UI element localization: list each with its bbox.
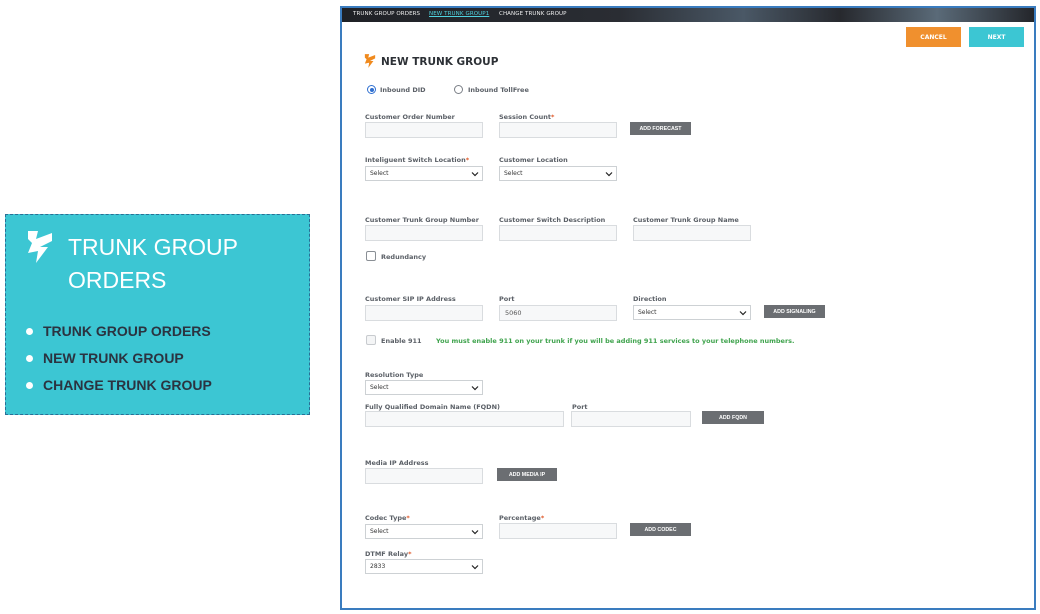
inbound-tollfree-radio[interactable] bbox=[454, 85, 463, 94]
percentage-label-text: Percentage bbox=[499, 514, 541, 522]
add-signaling-button[interactable]: ADD SIGNALING bbox=[764, 305, 825, 318]
dtmf-relay-label: DTMF Relay* bbox=[365, 550, 411, 558]
fqdn-input[interactable] bbox=[365, 411, 564, 427]
logo-icon bbox=[28, 231, 52, 263]
direction-label: Direction bbox=[633, 295, 667, 303]
add-media-ip-button[interactable]: ADD MEDIA IP bbox=[497, 468, 557, 481]
redundancy-label: Redundancy bbox=[381, 253, 427, 261]
side-callout-panel: TRUNK GROUP ORDERS TRUNK GROUP ORDERS NE… bbox=[5, 214, 310, 415]
customer-order-number-input[interactable] bbox=[365, 122, 483, 138]
chevron-down-icon bbox=[471, 386, 479, 391]
breadcrumb: TRUNK GROUP ORDERS NEW TRUNK GROUP1 CHAN… bbox=[342, 8, 1034, 22]
sip-ip-input[interactable] bbox=[365, 305, 483, 321]
fqdn-port-input[interactable] bbox=[571, 411, 691, 427]
chevron-down-icon bbox=[739, 311, 747, 316]
session-count-label: Session Count* bbox=[499, 113, 554, 121]
required-mark: * bbox=[551, 113, 555, 121]
codec-type-value: Select bbox=[370, 528, 389, 535]
add-fqdn-button[interactable]: ADD FQDN bbox=[702, 411, 764, 424]
dtmf-relay-value: 2833 bbox=[370, 563, 386, 570]
add-forecast-button[interactable]: ADD FORECAST bbox=[630, 122, 691, 135]
trunk-group-number-input[interactable] bbox=[365, 225, 483, 241]
bullet-icon bbox=[26, 328, 33, 335]
fqdn-port-label: Port bbox=[572, 403, 588, 411]
session-count-input[interactable] bbox=[499, 122, 617, 138]
new-trunk-group-screen: TRUNK GROUP ORDERS NEW TRUNK GROUP1 CHAN… bbox=[340, 6, 1036, 610]
codec-type-select[interactable]: Select bbox=[365, 524, 483, 539]
required-mark: * bbox=[465, 156, 470, 164]
media-ip-label: Media IP Address bbox=[365, 459, 429, 467]
sip-port-input[interactable]: 5060 bbox=[499, 305, 617, 321]
media-ip-input[interactable] bbox=[365, 468, 483, 484]
customer-order-number-label: Customer Order Number bbox=[365, 113, 455, 121]
breadcrumb-new-trunk-group[interactable]: NEW TRUNK GROUP1 bbox=[429, 11, 489, 17]
direction-select[interactable]: Select bbox=[633, 305, 751, 320]
required-mark: * bbox=[540, 514, 545, 522]
chevron-down-icon bbox=[471, 172, 479, 177]
side-panel-item: NEW TRUNK GROUP bbox=[24, 348, 212, 375]
page-title: NEW TRUNK GROUP bbox=[381, 56, 499, 68]
resolution-type-label: Resolution Type bbox=[365, 371, 424, 379]
switch-location-label-text: Inteliguent Switch Location bbox=[365, 156, 466, 164]
side-panel-item: TRUNK GROUP ORDERS bbox=[24, 321, 212, 348]
customer-location-label: Customer Location bbox=[499, 156, 568, 164]
side-panel-list: TRUNK GROUP ORDERS NEW TRUNK GROUP CHANG… bbox=[24, 321, 212, 402]
dtmf-relay-select[interactable]: 2833 bbox=[365, 559, 483, 574]
switch-location-value: Select bbox=[370, 170, 389, 177]
trunk-group-name-label: Customer Trunk Group Name bbox=[633, 216, 739, 224]
fqdn-label: Fully Qualified Domain Name (FQDN) bbox=[365, 403, 500, 411]
inbound-did-radio[interactable] bbox=[367, 85, 376, 94]
resolution-type-value: Select bbox=[370, 384, 389, 391]
side-panel-item-label: NEW TRUNK GROUP bbox=[43, 350, 184, 366]
direction-value: Select bbox=[638, 309, 657, 316]
switch-location-select[interactable]: Select bbox=[365, 166, 483, 181]
customer-location-value: Select bbox=[504, 170, 523, 177]
inbound-tollfree-label: Inbound TollFree bbox=[468, 86, 529, 94]
enable-911-checkbox[interactable] bbox=[366, 335, 376, 345]
side-panel-title: TRUNK GROUP ORDERS bbox=[68, 234, 238, 293]
chevron-down-icon bbox=[471, 530, 479, 535]
redundancy-checkbox[interactable] bbox=[366, 251, 376, 261]
dtmf-relay-label-text: DTMF Relay bbox=[365, 550, 409, 558]
chevron-down-icon bbox=[471, 565, 479, 570]
required-mark: * bbox=[406, 514, 410, 522]
next-button[interactable]: NEXT bbox=[969, 27, 1024, 47]
cancel-button[interactable]: CANCEL bbox=[906, 27, 961, 47]
codec-type-label: Codec Type* bbox=[365, 514, 410, 522]
customer-location-select[interactable]: Select bbox=[499, 166, 617, 181]
add-codec-button[interactable]: ADD CODEC bbox=[630, 523, 691, 536]
side-panel-item-label: CHANGE TRUNK GROUP bbox=[43, 377, 212, 393]
breadcrumb-change-trunk-group[interactable]: CHANGE TRUNK GROUP bbox=[499, 11, 567, 17]
chevron-down-icon bbox=[605, 172, 613, 177]
percentage-label: Percentage* bbox=[499, 514, 544, 522]
sip-port-label: Port bbox=[499, 295, 515, 303]
session-count-label-text: Session Count bbox=[499, 113, 552, 121]
inbound-did-label: Inbound DID bbox=[380, 86, 426, 94]
enable-911-note: You must enable 911 on your trunk if you… bbox=[436, 337, 795, 345]
trunk-group-name-input[interactable] bbox=[633, 225, 751, 241]
bullet-icon bbox=[26, 382, 33, 389]
bullet-icon bbox=[26, 355, 33, 362]
switch-description-label: Customer Switch Description bbox=[499, 216, 606, 224]
logo-icon bbox=[364, 54, 376, 68]
required-mark: * bbox=[408, 550, 412, 558]
side-panel-item: CHANGE TRUNK GROUP bbox=[24, 375, 212, 402]
breadcrumb-trunk-group-orders[interactable]: TRUNK GROUP ORDERS bbox=[353, 11, 420, 17]
side-panel-item-label: TRUNK GROUP ORDERS bbox=[43, 323, 211, 339]
resolution-type-select[interactable]: Select bbox=[365, 380, 483, 395]
percentage-input[interactable] bbox=[499, 523, 617, 539]
enable-911-label: Enable 911 bbox=[381, 337, 422, 345]
switch-location-label: Inteliguent Switch Location* bbox=[365, 156, 469, 164]
switch-description-input[interactable] bbox=[499, 225, 617, 241]
codec-type-label-text: Codec Type bbox=[365, 514, 407, 522]
sip-ip-label: Customer SIP IP Address bbox=[365, 295, 456, 303]
trunk-group-number-label: Customer Trunk Group Number bbox=[365, 216, 479, 224]
